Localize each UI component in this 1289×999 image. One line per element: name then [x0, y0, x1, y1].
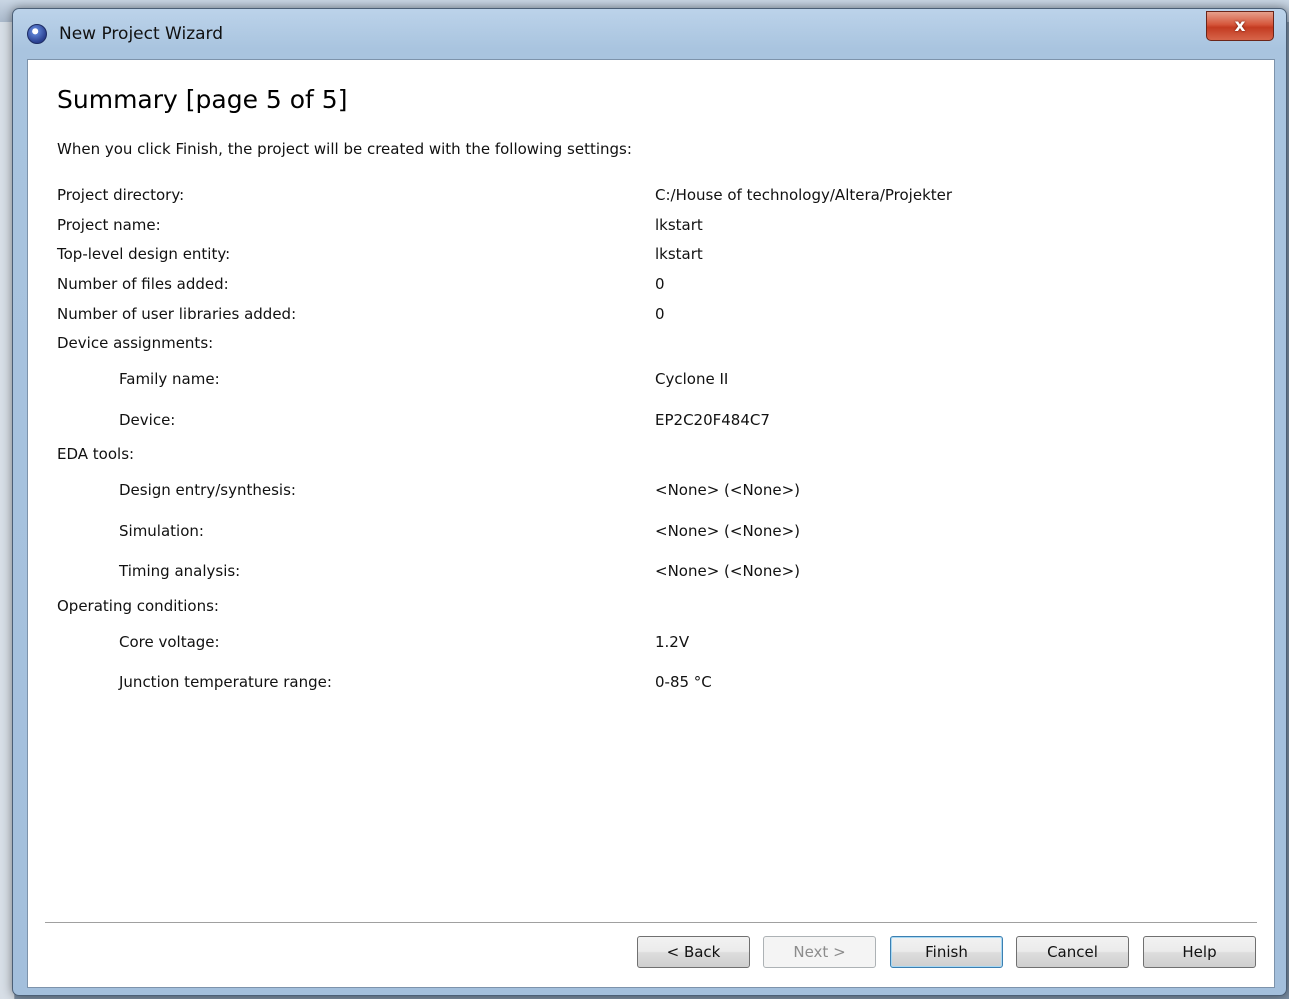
intro-text: When you click Finish, the project will …	[57, 140, 632, 158]
setting-label: Simulation:	[119, 522, 204, 540]
setting-value: Cyclone II	[655, 370, 729, 388]
setting-label: Junction temperature range:	[119, 673, 332, 691]
setting-label: Top-level design entity:	[57, 245, 231, 263]
cancel-button-label: Cancel	[1047, 943, 1098, 961]
back-button-label: < Back	[666, 943, 721, 961]
wizard-content: Summary [page 5 of 5] When you click Fin…	[27, 59, 1275, 988]
button-bar-separator	[45, 922, 1257, 923]
setting-value: lkstart	[655, 216, 703, 234]
setting-label: Device:	[119, 411, 176, 429]
help-button[interactable]: Help	[1143, 936, 1256, 968]
setting-value: <None> (<None>)	[655, 522, 801, 540]
setting-value: <None> (<None>)	[655, 481, 801, 499]
setting-value: 1.2V	[655, 633, 690, 651]
setting-value: EP2C20F484C7	[655, 411, 770, 429]
setting-value: <None> (<None>)	[655, 562, 801, 580]
next-button-label: Next >	[793, 943, 846, 961]
close-button[interactable]: x	[1206, 11, 1274, 41]
close-icon: x	[1234, 16, 1246, 36]
setting-label: Number of user libraries added:	[57, 305, 297, 323]
setting-label: Number of files added:	[57, 275, 229, 293]
new-project-wizard-window: New Project Wizard x Summary [page 5 of …	[12, 8, 1287, 996]
setting-label: Family name:	[119, 370, 220, 388]
setting-value: 0-85 °C	[655, 673, 712, 691]
section-heading-operating-conditions: Operating conditions:	[57, 597, 219, 615]
setting-value: C:/House of technology/Altera/Projekter	[655, 186, 953, 204]
quartus-app-icon	[27, 24, 47, 44]
setting-label: Timing analysis:	[119, 562, 241, 580]
page-title: Summary [page 5 of 5]	[57, 85, 348, 114]
section-heading-device-assignments: Device assignments:	[57, 334, 214, 352]
window-title: New Project Wizard	[59, 24, 224, 44]
setting-value: lkstart	[655, 245, 703, 263]
setting-label: Project name:	[57, 216, 161, 234]
setting-value: 0	[655, 305, 665, 323]
setting-value: 0	[655, 275, 665, 293]
back-button[interactable]: < Back	[637, 936, 750, 968]
next-button[interactable]: Next >	[763, 936, 876, 968]
finish-button[interactable]: Finish	[890, 936, 1003, 968]
title-bar[interactable]: New Project Wizard x	[13, 9, 1286, 57]
setting-label: Project directory:	[57, 186, 185, 204]
setting-label: Core voltage:	[119, 633, 220, 651]
cancel-button[interactable]: Cancel	[1016, 936, 1129, 968]
help-button-label: Help	[1182, 943, 1217, 961]
finish-button-label: Finish	[925, 943, 968, 961]
setting-label: Design entry/synthesis:	[119, 481, 296, 499]
section-heading-eda-tools: EDA tools:	[57, 445, 135, 463]
